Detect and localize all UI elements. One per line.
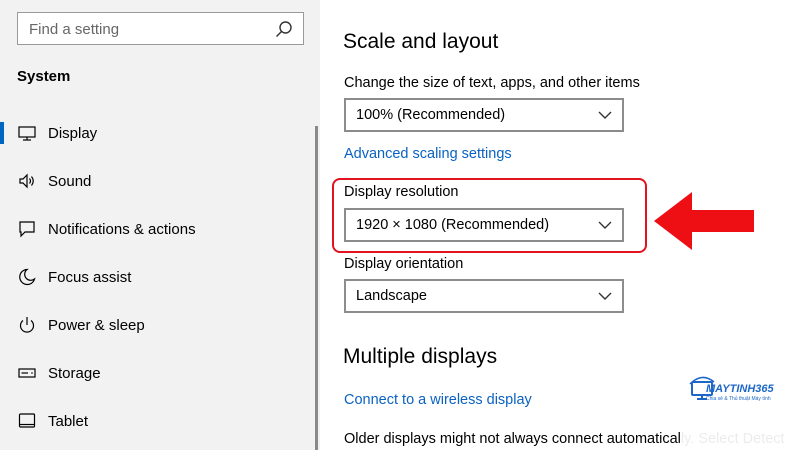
sidebar-item-display[interactable]: Display — [0, 110, 320, 158]
moon-icon — [19, 268, 36, 286]
storage-icon — [18, 368, 36, 378]
watermark-title: MAYTINH365 — [706, 383, 774, 395]
resolution-dropdown-value: 1920 × 1080 (Recommended) — [356, 217, 550, 233]
sidebar-item-label: Display — [48, 125, 98, 142]
chevron-down-icon — [598, 111, 612, 119]
sidebar-item-storage[interactable]: Storage — [0, 350, 320, 398]
sidebar-item-notifications[interactable]: Notifications & actions — [0, 206, 320, 254]
sidebar-item-label: Sound — [48, 173, 92, 190]
sidebar: Find a setting System Display Sound Noti… — [0, 0, 320, 450]
resolution-label: Display resolution — [344, 184, 459, 200]
speaker-icon — [19, 173, 34, 189]
sidebar-item-label: Power & sleep — [48, 317, 145, 334]
sidebar-item-tablet[interactable]: Tablet — [0, 398, 320, 446]
active-indicator — [0, 122, 4, 144]
resolution-dropdown[interactable]: 1920 × 1080 (Recommended) — [344, 208, 624, 242]
tablet-icon — [18, 413, 36, 428]
sidebar-item-label: Tablet — [48, 413, 89, 430]
search-placeholder: Find a setting — [29, 21, 120, 38]
orientation-dropdown-value: Landscape — [356, 288, 427, 304]
wireless-display-link[interactable]: Connect to a wireless display — [344, 392, 532, 408]
sidebar-item-label: Storage — [48, 365, 101, 382]
sidebar-item-label: Focus assist — [48, 269, 132, 286]
scale-label: Change the size of text, apps, and other… — [344, 75, 640, 91]
scale-dropdown-value: 100% (Recommended) — [356, 107, 506, 123]
sidebar-item-sound[interactable]: Sound — [0, 158, 320, 206]
chevron-down-icon — [598, 221, 612, 229]
sidebar-item-power-sleep[interactable]: Power & sleep — [0, 302, 320, 350]
sidebar-item-focus-assist[interactable]: Focus assist — [0, 254, 320, 302]
watermark: MAYTINH365 Chia sẻ & Thủ thuật Máy tính — [680, 330, 800, 450]
orientation-dropdown[interactable]: Landscape — [344, 279, 624, 313]
chevron-down-icon — [598, 292, 612, 300]
power-icon — [19, 317, 35, 333]
section-title: System — [17, 68, 71, 85]
orientation-label: Display orientation — [344, 256, 464, 272]
monitor-icon — [18, 126, 36, 141]
scale-layout-heading: Scale and layout — [343, 30, 499, 53]
red-arrow-annotation — [654, 192, 754, 250]
sidebar-item-label: Notifications & actions — [48, 221, 196, 238]
watermark-subtitle: Chia sẻ & Thủ thuật Máy tính — [706, 396, 771, 402]
notification-icon — [19, 221, 35, 238]
advanced-scaling-link[interactable]: Advanced scaling settings — [344, 146, 512, 162]
multiple-displays-heading: Multiple displays — [343, 345, 498, 368]
scale-dropdown[interactable]: 100% (Recommended) — [344, 98, 624, 132]
search-icon[interactable] — [275, 20, 293, 38]
sidebar-scrollbar[interactable] — [315, 126, 318, 450]
search-input[interactable]: Find a setting — [17, 12, 304, 45]
